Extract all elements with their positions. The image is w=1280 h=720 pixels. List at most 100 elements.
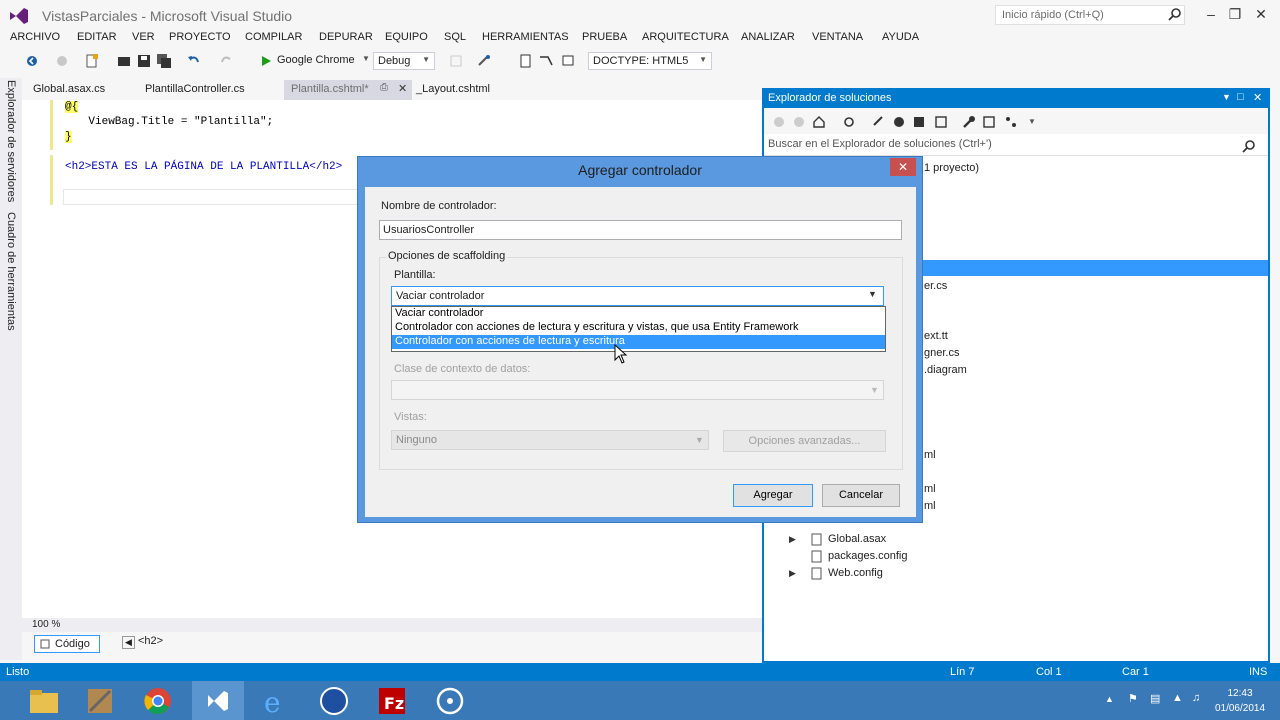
minimize-icon[interactable]: – (1200, 4, 1222, 24)
file-explorer-icon[interactable] (20, 683, 68, 719)
new-project-icon[interactable] (84, 53, 100, 69)
tree-item-global-asax[interactable]: Global.asax (828, 533, 886, 545)
tree-item-selected[interactable] (920, 260, 1268, 276)
dialog-close-button[interactable]: ✕ (890, 158, 916, 176)
tab-global-asax[interactable]: Global.asax.cs (33, 83, 105, 95)
menu-prueba[interactable]: PRUEBA (582, 31, 627, 43)
template-option-read-write[interactable]: Controlador con acciones de lectura y es… (392, 335, 885, 349)
menu-herramientas[interactable]: HERRAMIENTAS (482, 31, 569, 43)
template-select[interactable]: Vaciar controlador (391, 286, 884, 306)
search-icon[interactable] (1168, 7, 1182, 21)
maximize-icon[interactable]: □ (1237, 91, 1244, 103)
tray-signal-icon[interactable]: ▲ (1172, 692, 1183, 704)
refresh-icon[interactable] (892, 115, 906, 129)
chevron-down-icon[interactable]: ▼ (362, 54, 370, 63)
save-icon[interactable] (136, 53, 152, 69)
open-icon[interactable] (116, 53, 132, 69)
menu-ayuda[interactable]: AYUDA (882, 31, 919, 43)
browser-link-icon[interactable] (476, 53, 492, 69)
menu-arquitectura[interactable]: ARQUITECTURA (642, 31, 729, 43)
collapse-icon[interactable]: ◀ (122, 636, 135, 649)
redo-icon[interactable] (218, 53, 234, 69)
quick-launch-input[interactable]: Inicio rápido (Ctrl+Q) (995, 5, 1185, 25)
copy-icon[interactable] (518, 53, 534, 69)
reel-app-icon[interactable] (426, 683, 474, 719)
server-explorer-tab[interactable]: Explorador de servidores (5, 80, 17, 202)
cancel-button[interactable]: Cancelar (822, 484, 900, 507)
undo-icon[interactable] (186, 53, 202, 69)
tab-plantilla-controller[interactable]: PlantillaController.cs (145, 83, 245, 95)
breadcrumb[interactable]: <h2> (138, 635, 163, 647)
solution-search-input[interactable]: Buscar en el Explorador de soluciones (C… (764, 134, 1268, 156)
tree-item[interactable]: ml (924, 449, 936, 461)
back-icon[interactable] (772, 115, 786, 129)
forward-icon[interactable] (792, 115, 806, 129)
internet-explorer-icon[interactable]: e (250, 683, 298, 719)
sync-icon[interactable] (842, 115, 856, 129)
menu-equipo[interactable]: EQUIPO (385, 31, 428, 43)
advanced-options-button[interactable]: Opciones avanzadas... (723, 430, 886, 452)
tree-item[interactable]: gner.cs (924, 347, 959, 359)
browser-globe-icon[interactable] (310, 683, 358, 719)
chrome-icon[interactable] (134, 683, 182, 719)
tree-item[interactable]: ml (924, 483, 936, 495)
tree-item-web-config[interactable]: Web.config (828, 567, 883, 579)
search-icon[interactable] (1242, 139, 1256, 153)
class-diagram-icon[interactable] (1004, 115, 1018, 129)
back-icon[interactable] (24, 53, 40, 69)
comment-icon[interactable] (560, 53, 576, 69)
home-icon[interactable] (812, 115, 826, 129)
menu-ventana[interactable]: VENTANA (812, 31, 863, 43)
pending-changes-icon[interactable] (872, 115, 886, 129)
zoom-level[interactable]: 100 % (32, 619, 60, 630)
menu-sql[interactable]: SQL (444, 31, 466, 43)
menu-proyecto[interactable]: PROYECTO (169, 31, 231, 43)
dropdown-icon[interactable]: ▼ (1222, 92, 1231, 102)
expand-icon[interactable]: ▶ (789, 534, 796, 545)
visual-studio-icon[interactable] (194, 683, 242, 719)
restore-icon[interactable]: ❐ (1224, 4, 1246, 24)
template-option-entity-framework[interactable]: Controlador con acciones de lectura y es… (392, 321, 885, 335)
menu-editar[interactable]: EDITAR (77, 31, 117, 43)
tree-item[interactable]: 1 proyecto) (924, 162, 979, 174)
view-code-icon[interactable] (982, 115, 996, 129)
add-button[interactable]: Agregar (733, 484, 813, 507)
tray-arrow-icon[interactable]: ▲ (1105, 694, 1114, 704)
menu-depurar[interactable]: DEPURAR (319, 31, 373, 43)
close-icon[interactable]: ✕ (1253, 91, 1262, 104)
tree-item-packages-config[interactable]: packages.config (828, 550, 908, 562)
close-icon[interactable]: ✕ (1250, 4, 1272, 24)
filezilla-icon[interactable]: Fz (368, 683, 416, 719)
properties-icon[interactable] (962, 115, 976, 129)
tools-app-icon[interactable] (76, 683, 124, 719)
collapse-all-icon[interactable] (912, 115, 926, 129)
expand-icon[interactable]: ▶ (789, 568, 796, 579)
menu-ver[interactable]: VER (132, 31, 155, 43)
data-context-select[interactable] (391, 380, 884, 400)
menu-archivo[interactable]: ARCHIVO (10, 31, 60, 43)
configuration-select[interactable]: Debug ▼ (373, 52, 435, 70)
start-debug-icon[interactable] (258, 53, 274, 69)
toolbox-tab[interactable]: Cuadro de herramientas (5, 212, 17, 331)
template-option-empty[interactable]: Vaciar controlador (392, 307, 885, 321)
tray-network-icon[interactable]: ▤ (1150, 692, 1160, 705)
controller-name-input[interactable]: UsuariosController (379, 220, 902, 240)
taskbar-clock[interactable]: 12:43 01/06/2014 (1210, 686, 1270, 716)
tab-layout[interactable]: _Layout.cshtml (416, 83, 490, 95)
tree-item[interactable]: er.cs (924, 280, 947, 292)
run-target[interactable]: Google Chrome (277, 54, 355, 66)
pin-icon[interactable]: ⎙ (380, 82, 388, 93)
show-all-files-icon[interactable] (934, 115, 948, 129)
tray-flag-icon[interactable]: ⚑ (1128, 692, 1138, 705)
menu-analizar[interactable]: ANALIZAR (741, 31, 795, 43)
close-tab-icon[interactable]: ✕ (398, 82, 407, 95)
tab-plantilla[interactable]: Plantilla.cshtml* (291, 83, 369, 95)
format-icon[interactable] (538, 53, 554, 69)
forward-icon[interactable] (54, 53, 70, 69)
tree-item[interactable]: .diagram (924, 364, 967, 376)
chevron-down-icon[interactable]: ▼ (868, 289, 877, 299)
save-all-icon[interactable] (156, 53, 172, 69)
tree-item[interactable]: ext.tt (924, 330, 948, 342)
tray-volume-icon[interactable]: ♫ (1192, 692, 1200, 704)
views-select[interactable]: Ninguno (391, 430, 709, 450)
